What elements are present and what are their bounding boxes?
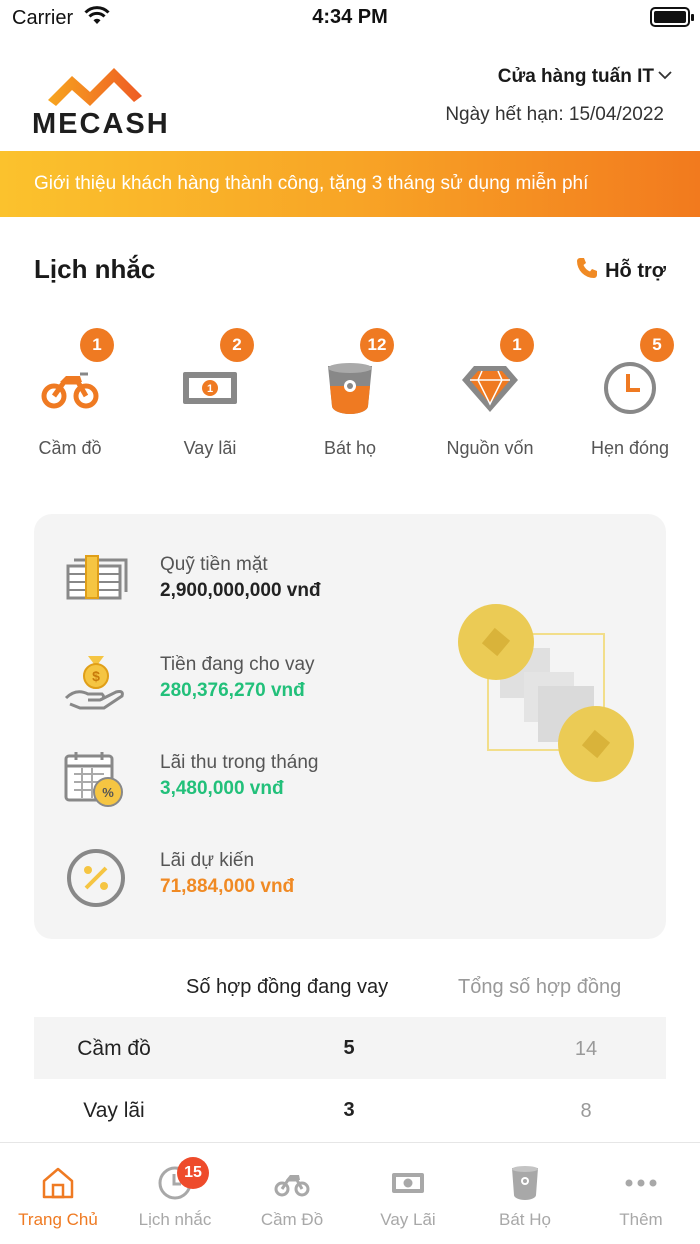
reminder-count-badge: 2 [220, 328, 254, 362]
table-row[interactable]: Vay lãi 3 8 [34, 1079, 666, 1141]
table-row[interactable]: Cầm đồ 5 14 [34, 1017, 666, 1079]
reminder-label: Bát họ [323, 438, 377, 458]
reminder-bat-ho[interactable]: 12 Bát họ [280, 326, 420, 466]
tab-label: Lịch nhắc [138, 1210, 212, 1229]
section-title-reminders: Lịch nhắc [34, 254, 156, 284]
clock-icon [604, 362, 656, 414]
summary-monthly-interest: % Lãi thu trong tháng 3,480,000 vnđ [64, 748, 444, 818]
svg-text:%: % [102, 785, 114, 800]
calendar-percent-icon: % [64, 752, 123, 807]
reminder-capital[interactable]: 1 Nguồn vốn [420, 326, 560, 466]
tab-bat-ho[interactable]: Bát Họ [467, 1143, 583, 1243]
motorbike-icon [274, 1175, 310, 1197]
svg-text:$: $ [92, 668, 100, 684]
reminder-loan[interactable]: 1 2 Vay lãi [140, 326, 280, 466]
tab-label: Cầm Đồ [260, 1210, 324, 1229]
summary-title: Quỹ tiền mặt [160, 554, 268, 575]
summary-lending: $ Tiền đang cho vay 280,376,270 vnđ [64, 650, 444, 720]
banknote-icon: 1 [183, 372, 237, 404]
home-icon [42, 1167, 74, 1199]
reminder-label: Vay lãi [183, 438, 237, 458]
tab-bar: Trang Chủ 15 Lịch nhắc Cầm Đồ Vay Lãi Bá… [0, 1142, 700, 1244]
expiry-date: Ngày hết hạn: 15/04/2022 [445, 104, 664, 125]
battery-icon [650, 7, 694, 27]
summary-value: 3,480,000 vnđ [160, 778, 284, 799]
row-name: Cầm đồ [77, 1037, 151, 1060]
cash-stack-icon [66, 555, 128, 600]
banknote-icon [392, 1173, 424, 1193]
chevron-down-icon[interactable] [658, 70, 672, 80]
summary-title: Tiền đang cho vay [160, 654, 315, 675]
more-icon [625, 1179, 657, 1187]
reminder-label: Cầm đồ [38, 438, 102, 458]
summary-value: 280,376,270 vnđ [160, 680, 305, 701]
tab-badge: 15 [177, 1157, 209, 1189]
bowl-icon [328, 363, 372, 414]
tab-home[interactable]: Trang Chủ [0, 1143, 116, 1243]
col-header-total: Tổng số hợp đồng [458, 976, 622, 998]
reminder-count-badge: 5 [640, 328, 674, 362]
mecash-logo: MECASH [32, 58, 168, 140]
reminder-count-badge: 1 [500, 328, 534, 362]
tab-loan[interactable]: Vay Lãi [350, 1143, 466, 1243]
tab-label: Trang Chủ [18, 1210, 98, 1229]
bowl-icon [512, 1166, 538, 1200]
reminder-due[interactable]: 5 Hẹn đóng [560, 326, 700, 466]
tab-label: Bát Họ [499, 1210, 551, 1229]
reminder-count-badge: 1 [80, 328, 114, 362]
coins-illustration [458, 604, 634, 782]
reminder-label: Hẹn đóng [590, 438, 670, 458]
summary-title: Lãi dự kiến [160, 850, 255, 871]
tab-more[interactable]: Thêm [583, 1143, 699, 1243]
percent-circle-icon [67, 849, 125, 907]
row-total: 8 [580, 1100, 592, 1122]
reminder-list: 1 Cầm đồ 1 2 Vay lãi 12 Bát họ 1 Nguồn v… [0, 326, 700, 476]
tab-pawn[interactable]: Cầm Đồ [234, 1143, 350, 1243]
tab-label: Thêm [619, 1210, 663, 1229]
support-button[interactable]: Hỗ trợ [575, 256, 666, 283]
summary-expected-interest: Lãi dự kiến 71,884,000 vnđ [64, 846, 444, 916]
row-total: 14 [574, 1038, 598, 1060]
tab-label: Vay Lãi [380, 1210, 436, 1229]
store-selector[interactable]: Cửa hàng tuấn IT [498, 66, 654, 88]
logo-text: MECASH [32, 108, 170, 140]
phone-icon [577, 258, 598, 278]
promo-text: Giới thiệu khách hàng thành công, tặng 3… [34, 173, 589, 194]
row-active: 3 [343, 1099, 355, 1121]
svg-text:1: 1 [207, 383, 213, 395]
reminder-count-badge: 12 [360, 328, 394, 362]
tab-reminders[interactable]: 15 Lịch nhắc [117, 1143, 233, 1243]
promo-banner[interactable]: Giới thiệu khách hàng thành công, tặng 3… [0, 151, 700, 217]
status-bar: Carrier 4:34 PM [0, 0, 700, 36]
logo-mark-icon [48, 68, 142, 106]
summary-value: 71,884,000 vnđ [160, 876, 295, 897]
row-active: 5 [343, 1037, 355, 1059]
row-name: Vay lãi [83, 1099, 145, 1122]
col-header-active: Số hợp đồng đang vay [186, 976, 389, 998]
summary-card: Quỹ tiền mặt 2,900,000,000 vnđ $ Tiền đa… [34, 514, 666, 939]
clock: 4:34 PM [312, 6, 388, 28]
reminder-label: Nguồn vốn [446, 438, 534, 458]
header: MECASH Cửa hàng tuấn IT Ngày hết hạn: 15… [0, 50, 700, 150]
summary-title: Lãi thu trong tháng [160, 752, 319, 773]
money-bag-hand-icon: $ [64, 656, 124, 710]
support-label: Hỗ trợ [605, 260, 666, 282]
diamond-icon [462, 366, 518, 412]
motorbike-icon [41, 372, 99, 409]
summary-cash-fund: Quỹ tiền mặt 2,900,000,000 vnđ [64, 550, 444, 620]
summary-value: 2,900,000,000 vnđ [160, 580, 321, 601]
reminder-pawn[interactable]: 1 Cầm đồ [0, 326, 140, 466]
